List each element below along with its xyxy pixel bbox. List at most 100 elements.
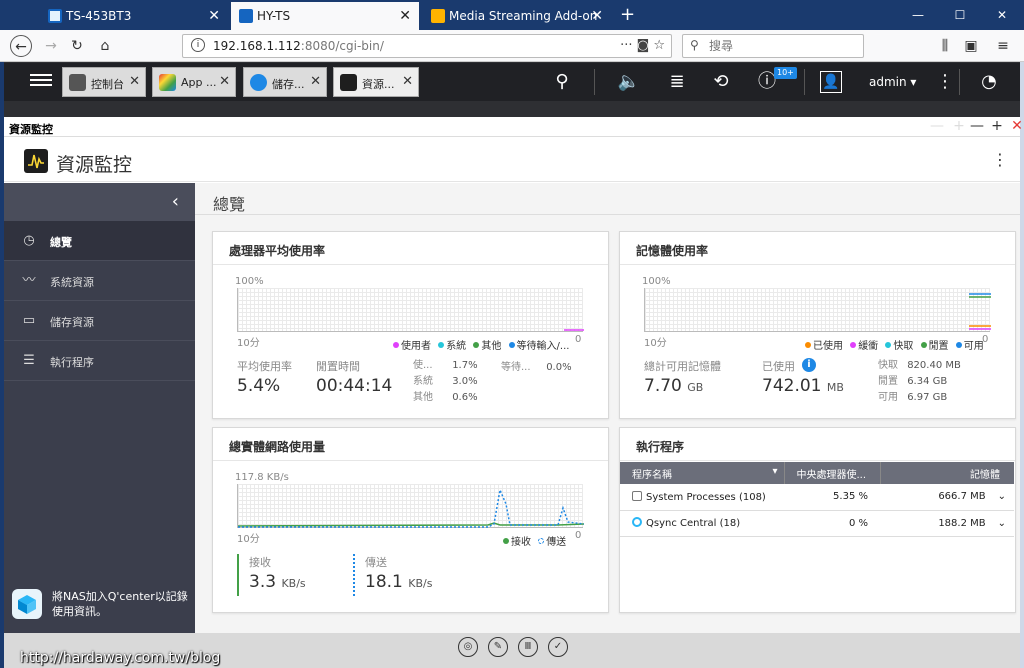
home-icon[interactable]: ⌂ xyxy=(94,35,116,57)
close-icon[interactable]: ✕ xyxy=(219,74,230,89)
info-icon[interactable]: i xyxy=(802,358,816,372)
close-icon[interactable]: ✕ xyxy=(1006,118,1024,134)
detail-value: 820.40 MB xyxy=(907,360,961,371)
close-icon[interactable]: ✕ xyxy=(399,2,411,30)
network-usage-card: 總實體網路使用量 117.8 KB/s 10分 0 接收 傳送 接收 3.3 K… xyxy=(212,427,609,613)
maximize-icon[interactable]: + xyxy=(986,118,1008,134)
user-menu[interactable]: admin ▾ xyxy=(869,75,916,89)
process-name-cell: Qsync Central (18) xyxy=(620,510,784,537)
close-icon[interactable]: ✕ xyxy=(310,74,321,89)
dock-app-icon[interactable]: ◎ xyxy=(458,637,478,657)
sidebar-item-processes[interactable]: ☰ 執行程序 xyxy=(4,341,195,381)
search-icon[interactable]: ⚲ xyxy=(549,69,575,95)
cpu-breakdown: 使... 1.7% 系統 3.0% 其他 0.6% xyxy=(413,358,478,406)
sidebar-item-overview[interactable]: ◷ 總覽 xyxy=(4,221,195,261)
total-memory-value: 7.70 GB xyxy=(644,376,703,396)
x-axis-end-label: 0 xyxy=(575,530,582,541)
main-menu-icon[interactable] xyxy=(30,71,52,89)
column-header-memory[interactable]: 記憶體 xyxy=(880,462,1014,484)
avg-usage-value: 5.4% xyxy=(237,376,281,396)
legend-dot xyxy=(920,342,927,348)
legend-dot xyxy=(438,342,445,348)
more-options-icon[interactable]: ⋮ xyxy=(992,150,1008,169)
collapse-sidebar-icon[interactable]: ‹ xyxy=(4,183,195,221)
legend-label: 傳送 xyxy=(546,537,567,548)
y-axis-max-label: 100% xyxy=(642,276,671,287)
idle-time-value: 00:44:14 xyxy=(316,376,393,396)
minimize-icon[interactable]: — xyxy=(966,118,988,134)
sort-caret-icon[interactable]: ▾ xyxy=(772,466,777,477)
dock-app-icon[interactable]: Ⅲ xyxy=(518,637,538,657)
new-tab-icon[interactable]: + xyxy=(620,2,635,28)
window-title-bar[interactable]: 資源監控 — + — + ✕ xyxy=(4,117,1023,137)
background-tasks-icon[interactable]: ≣ xyxy=(664,69,690,95)
close-icon[interactable]: ✕ xyxy=(129,74,140,89)
qcenter-icon xyxy=(12,589,42,619)
close-window-icon[interactable]: ✕ xyxy=(982,0,1022,30)
memory-usage-card: 記憶體使用率 100% 10分 0 已使用 緩衝 快取 閒置 可用 總計可用記憶… xyxy=(619,231,1016,419)
qnap-favicon-icon xyxy=(239,9,253,23)
column-label: 記憶體 xyxy=(970,469,1000,481)
sidebar-item-storage-resources[interactable]: ▭ 儲存資源 xyxy=(4,301,195,341)
forward-arrow-icon[interactable]: → xyxy=(40,35,62,57)
legend-label: 閒置 xyxy=(928,341,949,352)
expand-chevron-icon[interactable]: ⌄ xyxy=(998,491,1006,502)
page-title: 總覽 xyxy=(213,195,246,214)
column-header-name[interactable]: 程序名稱 ▾ xyxy=(620,462,785,484)
user-avatar-icon[interactable]: 👤 xyxy=(820,71,842,93)
processes-card: 執行程序 程序名稱 ▾ 中央處理器使... 記憶體 System Processe… xyxy=(619,427,1016,613)
minimize-window-icon[interactable]: — xyxy=(898,0,938,30)
network-send-series-line xyxy=(238,487,584,528)
more-options-icon[interactable]: ⋮ xyxy=(932,69,958,95)
app-tab-resource-monitor[interactable]: 資源... ✕ xyxy=(333,67,419,97)
detail-key: 可用 xyxy=(878,392,898,403)
reload-icon[interactable]: ↻ xyxy=(66,35,88,57)
memory-details: 快取 820.40 MB 閒置 6.34 GB 可用 6.97 GB xyxy=(878,358,961,406)
memory-chart-plot xyxy=(644,288,991,332)
page-actions-icon[interactable]: ··· ◙ ☆ xyxy=(620,38,665,53)
browser-tab-media-streaming[interactable]: Media Streaming Add-on ✕ xyxy=(423,2,611,30)
wait-label: 等待... xyxy=(501,362,531,373)
divider xyxy=(804,69,805,95)
app-tab-control-panel[interactable]: 控制台 ✕ xyxy=(62,67,146,97)
dashboard-gauge-icon[interactable]: ◔ xyxy=(976,69,1002,95)
cpu-chart-plot xyxy=(237,288,584,332)
app-tab-storage[interactable]: 儲存... ✕ xyxy=(243,67,327,97)
browser-tab-ts453bt3[interactable]: TS-453BT3 ✕ xyxy=(40,2,228,30)
legend-label: 系統 xyxy=(446,341,467,352)
close-icon[interactable]: ✕ xyxy=(402,74,413,89)
sidebar-toggle-icon[interactable]: ▣ xyxy=(960,35,982,57)
info-icon[interactable]: i xyxy=(191,38,205,52)
address-bar[interactable]: i 192.168.1.112:8080/cgi-bin/ ··· ◙ ☆ xyxy=(182,34,672,58)
legend-dot xyxy=(508,342,515,348)
library-icon[interactable]: ⫼ xyxy=(934,35,956,57)
back-arrow-icon[interactable]: ← xyxy=(10,35,32,57)
app-tab-app-center[interactable]: App ... ✕ xyxy=(152,67,236,97)
table-row[interactable]: System Processes (108) 5.35 % 666.7 MB ⌄ xyxy=(620,484,1014,511)
used-memory-number: 742.01 xyxy=(762,376,822,396)
receive-number: 3.3 xyxy=(249,572,277,592)
x-axis-start-label: 10分 xyxy=(644,338,667,349)
column-header-cpu[interactable]: 中央處理器使... xyxy=(784,462,881,484)
dock-app-icon[interactable]: ✓ xyxy=(548,637,568,657)
sidebar-item-system-resources[interactable]: 〰 系統資源 xyxy=(4,261,195,301)
search-input[interactable] xyxy=(709,39,859,53)
process-name: System Processes (108) xyxy=(646,491,766,503)
external-device-icon[interactable]: ⟲ xyxy=(708,69,734,95)
qcenter-promo[interactable]: 將NAS加入Q'center以記錄使用資訊。 xyxy=(12,585,192,625)
maximize-window-icon[interactable]: ☐ xyxy=(940,0,980,30)
detail-value: 6.97 GB xyxy=(907,392,948,403)
legend-dot xyxy=(850,342,857,348)
legend-label: 其他 xyxy=(481,341,502,352)
close-icon[interactable]: ✕ xyxy=(208,2,220,30)
expand-chevron-icon[interactable]: ⌄ xyxy=(998,518,1006,529)
table-row[interactable]: Qsync Central (18) 0 % 188.2 MB ⌄ xyxy=(620,510,1014,537)
search-box[interactable]: ⚲ xyxy=(682,34,864,58)
receive-value: 3.3 KB/s xyxy=(249,572,306,592)
close-icon[interactable]: ✕ xyxy=(591,2,603,30)
speaker-icon[interactable]: 🔈 xyxy=(616,69,642,95)
menu-icon[interactable]: ≡ xyxy=(992,35,1014,57)
browser-tab-hy-ts[interactable]: HY-TS ✕ xyxy=(231,2,419,30)
dock-app-icon[interactable]: ✎ xyxy=(488,637,508,657)
legend-dot xyxy=(393,342,399,348)
